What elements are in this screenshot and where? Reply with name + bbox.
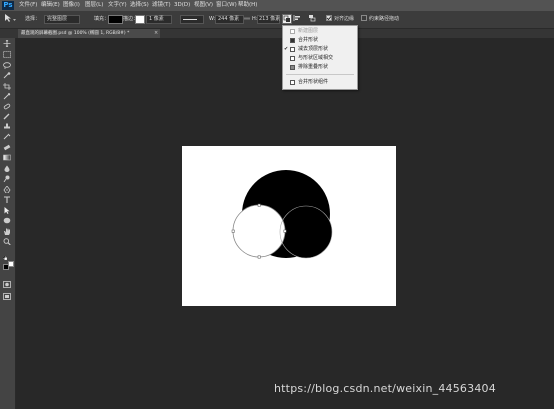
brush-tool-icon[interactable] bbox=[3, 113, 11, 120]
healing-brush-tool-icon[interactable] bbox=[3, 103, 11, 110]
watermark-text: https://blog.csdn.net/weixin_44563404 bbox=[274, 382, 496, 395]
lasso-tool-icon[interactable] bbox=[3, 62, 11, 69]
menu-item-label: 合并形状组件 bbox=[298, 79, 329, 85]
merge-shape-components-icon bbox=[290, 80, 295, 85]
menu-item-label: 新建图层 bbox=[298, 28, 319, 34]
menu-item-new-layer[interactable]: 新建图层 bbox=[283, 27, 357, 36]
menu-edit[interactable]: 编辑(E) bbox=[41, 0, 60, 11]
stroke-type-dropdown[interactable] bbox=[180, 15, 204, 24]
anchor-point-bottom[interactable] bbox=[257, 255, 261, 259]
move-tool-icon[interactable] bbox=[3, 39, 11, 48]
crop-tool-icon[interactable] bbox=[3, 83, 11, 90]
height-value: 213 像素 bbox=[259, 16, 281, 22]
history-brush-tool-icon[interactable] bbox=[3, 133, 11, 140]
menu-type[interactable]: 文字(Y) bbox=[108, 0, 127, 11]
checkmark-icon: ✔ bbox=[284, 46, 289, 52]
foreground-color-swatch[interactable] bbox=[3, 264, 9, 270]
menu-item-exclude-overlapping[interactable]: 排除重叠形状 bbox=[283, 63, 357, 72]
constrain-path-label: 约束路径拖动 bbox=[369, 16, 400, 22]
type-tool-icon[interactable] bbox=[3, 196, 11, 203]
menu-item-intersect-shapes[interactable]: 与形状区域相交 bbox=[283, 54, 357, 63]
menu-3d[interactable]: 3D(D) bbox=[174, 0, 190, 11]
path-operations-button[interactable] bbox=[282, 14, 292, 24]
path-selection-tool-icon[interactable] bbox=[5, 14, 11, 22]
select-mode-dropdown[interactable]: 完整图层 bbox=[44, 15, 80, 24]
menu-item-label: 与形状区域相交 bbox=[298, 55, 334, 61]
menu-filter[interactable]: 滤镜(T) bbox=[152, 0, 171, 11]
path-arrangement-icon[interactable] bbox=[308, 14, 317, 22]
dodge-tool-icon[interactable] bbox=[3, 175, 11, 183]
blur-tool-icon[interactable] bbox=[3, 165, 11, 172]
quick-mask-icon[interactable] bbox=[3, 281, 11, 288]
eyedropper-tool-icon[interactable] bbox=[3, 93, 11, 100]
pen-tool-icon[interactable] bbox=[3, 185, 11, 194]
zoom-tool-icon[interactable] bbox=[3, 238, 11, 246]
quick-selection-tool-icon[interactable] bbox=[3, 72, 11, 79]
menu-item-label: 减去顶层形状 bbox=[298, 46, 329, 52]
subtract-front-shape-icon bbox=[290, 47, 295, 52]
menu-file[interactable]: 文件(F) bbox=[19, 0, 37, 11]
gradient-tool-icon[interactable] bbox=[3, 154, 11, 161]
menu-layer[interactable]: 图层(L) bbox=[85, 0, 103, 11]
stroke-width-field[interactable]: 1 像素 bbox=[146, 15, 172, 24]
menu-separator bbox=[286, 74, 354, 75]
menu-view[interactable]: 视图(V) bbox=[194, 0, 213, 11]
fill-color-swatch[interactable] bbox=[108, 15, 123, 24]
combine-shapes-icon bbox=[290, 38, 295, 43]
path-alignment-icon[interactable] bbox=[293, 14, 302, 22]
document-tab[interactable]: 最直观的屏幕截图.psd @ 100% (椭圆 1, RGB/8#) * bbox=[18, 29, 160, 38]
height-field[interactable]: 213 像素 bbox=[257, 15, 280, 24]
menu-image[interactable]: 图像(I) bbox=[63, 0, 80, 11]
ellipse-tool-icon[interactable] bbox=[3, 217, 11, 224]
anchor-point-right[interactable] bbox=[283, 229, 287, 233]
clone-stamp-tool-icon[interactable] bbox=[3, 123, 11, 130]
menu-item-subtract-front-shape[interactable]: ✔ 减去顶层形状 bbox=[283, 45, 357, 54]
intersect-shapes-icon bbox=[290, 56, 295, 61]
fill-label: 填充： bbox=[94, 16, 110, 22]
stroke-color-swatch[interactable] bbox=[135, 15, 145, 24]
align-edges-label: 对齐边缘 bbox=[334, 16, 355, 22]
menu-window[interactable]: 窗口(W) bbox=[216, 0, 237, 11]
menu-item-label: 排除重叠形状 bbox=[298, 64, 329, 70]
link-icon[interactable] bbox=[244, 16, 250, 21]
select-mode-label: 选择： bbox=[25, 16, 41, 22]
photoshop-logo-icon: Ps bbox=[2, 1, 14, 10]
path-selection-tool-icon-active[interactable] bbox=[3, 207, 11, 214]
tool-preset-dropdown-icon[interactable] bbox=[13, 17, 16, 21]
menu-bar bbox=[0, 0, 554, 11]
default-colors-icon[interactable] bbox=[2, 255, 8, 261]
width-value: 244 像素 bbox=[218, 16, 240, 22]
tab-close-icon[interactable]: × bbox=[154, 29, 158, 38]
menu-select[interactable]: 选择(S) bbox=[130, 0, 149, 11]
anchor-point-left[interactable] bbox=[231, 229, 235, 233]
path-operations-menu: 新建图层 合并形状 ✔ 减去顶层形状 与形状区域相交 排除重叠形状 合并形状组件 bbox=[282, 25, 358, 90]
menu-help[interactable]: 帮助(H) bbox=[238, 0, 257, 11]
marquee-tool-icon[interactable] bbox=[3, 51, 11, 58]
anchor-point-top[interactable] bbox=[257, 203, 261, 207]
align-edges-checkbox[interactable] bbox=[326, 15, 332, 21]
select-mode-value: 完整图层 bbox=[47, 16, 68, 22]
stroke-width-value: 1 像素 bbox=[149, 16, 164, 22]
eraser-tool-icon[interactable] bbox=[3, 144, 11, 151]
screen-mode-icon[interactable] bbox=[3, 293, 11, 300]
hand-tool-icon[interactable] bbox=[3, 228, 11, 235]
menu-item-label: 合并形状 bbox=[298, 37, 319, 43]
shape-artwork bbox=[231, 170, 333, 259]
new-layer-icon bbox=[290, 29, 295, 34]
document-canvas[interactable] bbox=[182, 146, 396, 306]
constrain-path-checkbox[interactable] bbox=[361, 15, 367, 21]
menu-item-merge-shape-components[interactable]: 合并形状组件 bbox=[283, 78, 357, 87]
width-field[interactable]: 244 像素 bbox=[215, 15, 244, 24]
menu-item-combine-shapes[interactable]: 合并形状 bbox=[283, 36, 357, 45]
exclude-overlapping-icon bbox=[290, 65, 295, 70]
